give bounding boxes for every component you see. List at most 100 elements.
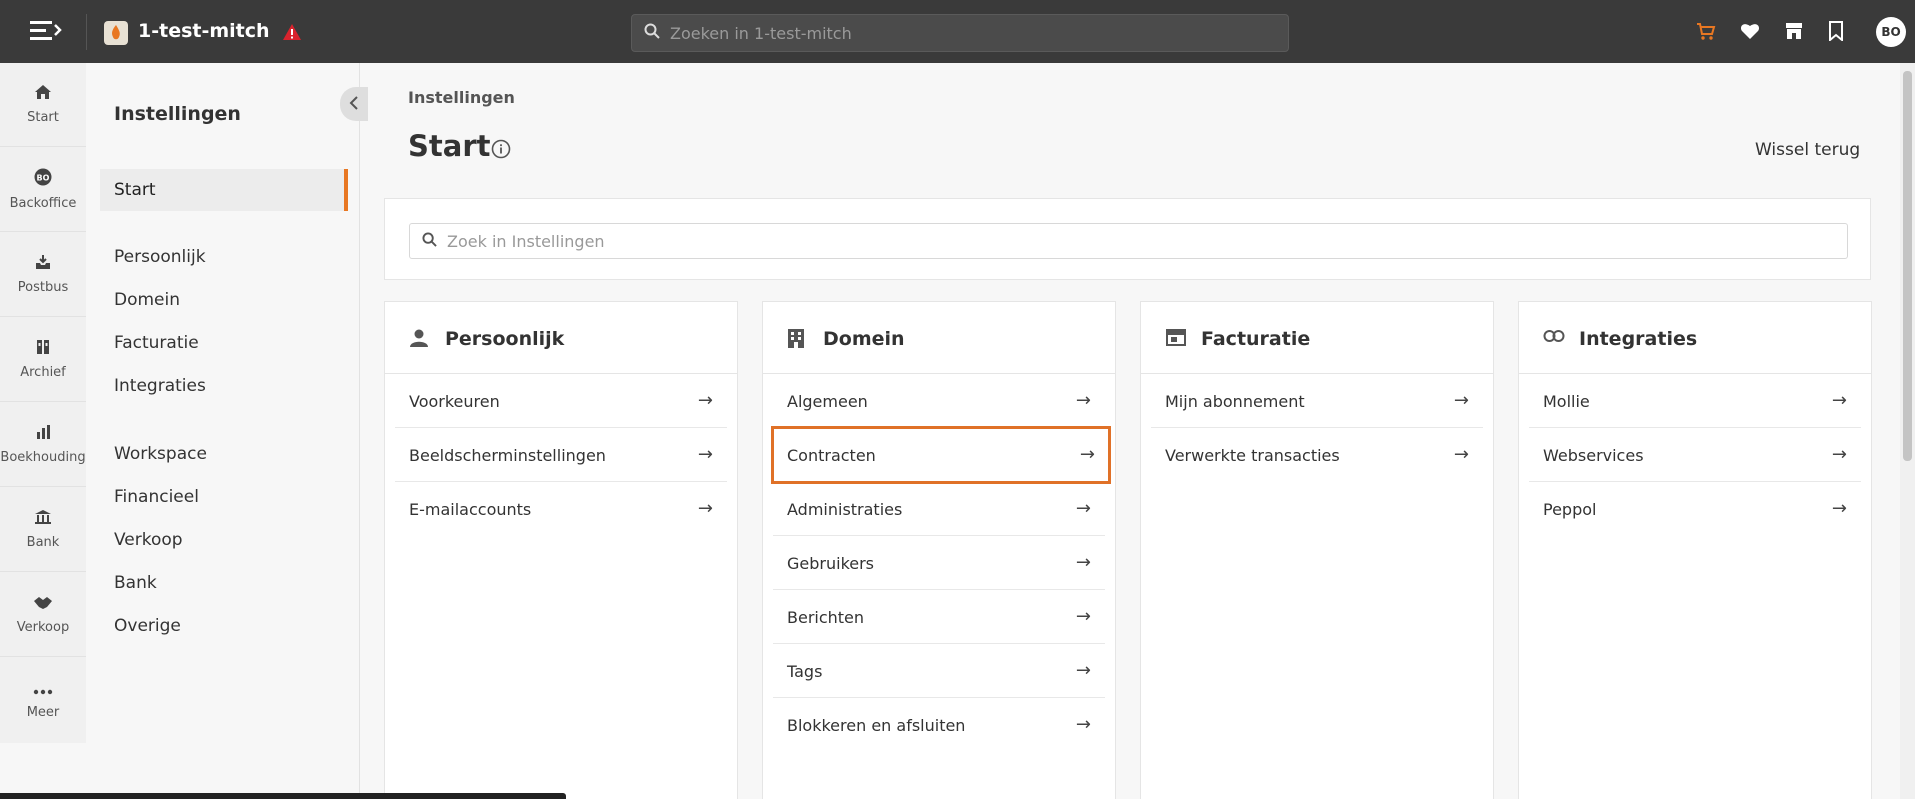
rail-label: Postbus xyxy=(17,280,69,295)
search-icon xyxy=(422,231,437,251)
menu-toggle-icon[interactable] xyxy=(28,18,68,46)
card-title: Integraties xyxy=(1579,328,1698,350)
inbox-icon xyxy=(35,254,51,274)
link-label: Algemeen xyxy=(787,392,868,411)
settings-link-verwerkte-transacties[interactable]: Verwerkte transacties → xyxy=(1151,428,1483,482)
nav-item-facturatie[interactable]: Facturatie xyxy=(114,333,199,353)
global-search-input[interactable]: Zoeken in 1-test-mitch xyxy=(631,14,1289,52)
rail-item-postbus[interactable]: Postbus xyxy=(0,233,86,317)
rail-item-start[interactable]: Start xyxy=(0,63,86,147)
settings-link-contracten[interactable]: Contracten → xyxy=(771,426,1111,484)
rail-item-meer[interactable]: Meer xyxy=(0,658,86,742)
card-title: Persoonlijk xyxy=(445,328,565,350)
cart-icon[interactable] xyxy=(1696,21,1716,45)
settings-link-administraties[interactable]: Administraties → xyxy=(773,482,1105,536)
arrow-right-icon: → xyxy=(697,498,713,519)
nav-item-overige[interactable]: Overige xyxy=(114,616,181,636)
page-title: Start xyxy=(408,129,491,163)
bank-icon xyxy=(34,509,52,529)
nav-item-verkoop[interactable]: Verkoop xyxy=(114,530,183,550)
bookmark-icon[interactable] xyxy=(1828,21,1844,45)
link-label: Webservices xyxy=(1543,446,1644,465)
card-header: Facturatie xyxy=(1141,302,1493,374)
app-rail: Start BO Backoffice Postbus Archief Boek… xyxy=(0,63,86,743)
settings-link-voorkeuren[interactable]: Voorkeuren → xyxy=(395,374,727,428)
rail-item-bank[interactable]: Bank xyxy=(0,488,86,572)
arrow-right-icon: → xyxy=(1075,660,1091,681)
nav-item-start[interactable]: Start xyxy=(100,169,348,211)
settings-link-tags[interactable]: Tags → xyxy=(773,644,1105,698)
heart-icon[interactable] xyxy=(1740,21,1760,45)
arrow-right-icon: → xyxy=(1079,444,1095,465)
rail-label: Start xyxy=(27,110,59,125)
settings-link-algemeen[interactable]: Algemeen → xyxy=(773,374,1105,428)
home-icon xyxy=(34,84,52,104)
topbar-divider xyxy=(86,14,87,50)
link-label: Peppol xyxy=(1543,500,1597,519)
rail-item-archief[interactable]: Archief xyxy=(0,318,86,402)
card-header: Integraties xyxy=(1519,302,1871,374)
global-search-placeholder: Zoeken in 1-test-mitch xyxy=(670,23,852,43)
arrow-right-icon: → xyxy=(1831,498,1847,519)
info-icon[interactable] xyxy=(491,139,511,163)
rail-label: Archief xyxy=(20,365,66,380)
nav-item-bank[interactable]: Bank xyxy=(114,573,157,593)
settings-link-beeldscherminstellingen[interactable]: Beeldschermin­stellingen → xyxy=(395,428,727,482)
card-integraties: Integraties Mollie → Webservices → Peppol → xyxy=(1518,301,1872,799)
bar-chart-icon xyxy=(35,424,51,444)
settings-search-input[interactable]: Zoek in Instellingen xyxy=(409,223,1848,259)
card-header: Domein xyxy=(763,302,1115,374)
arrow-right-icon: → xyxy=(1453,390,1469,411)
link-label: Blokkeren en afsluiten xyxy=(787,716,966,735)
main-content: Instellingen Start Wissel terug Zoek in … xyxy=(361,63,1915,799)
rail-item-verkoop[interactable]: Verkoop xyxy=(0,573,86,657)
top-bar: 1-test-mitch Zoeken in 1-test-mitch BO xyxy=(0,0,1915,63)
invoice-icon xyxy=(1165,328,1187,350)
arrow-right-icon: → xyxy=(1453,444,1469,465)
link-label: Contracten xyxy=(787,446,876,465)
settings-search-card: Zoek in Instellingen xyxy=(384,198,1871,280)
user-avatar[interactable]: BO xyxy=(1876,17,1906,47)
nav-item-integraties[interactable]: Integraties xyxy=(114,376,206,396)
arrow-right-icon: → xyxy=(1075,498,1091,519)
bottom-overlay-bar xyxy=(0,793,566,799)
settings-link-peppol[interactable]: Peppol → xyxy=(1529,482,1861,536)
card-persoonlijk: Persoonlijk Voorkeuren → Beeldschermin­st… xyxy=(384,301,738,799)
rail-label: Bank xyxy=(26,535,60,550)
nav-item-domein[interactable]: Domein xyxy=(114,290,180,310)
breadcrumb[interactable]: Instellingen xyxy=(408,88,515,107)
nav-item-financieel[interactable]: Financieel xyxy=(114,487,199,507)
app-logo-icon[interactable] xyxy=(104,21,128,45)
svg-text:BO: BO xyxy=(37,174,50,183)
link-label: Voorkeuren xyxy=(409,392,500,411)
nav-item-workspace[interactable]: Workspace xyxy=(114,444,207,464)
archive-icon xyxy=(36,339,50,359)
person-icon xyxy=(409,328,429,352)
settings-link-berichten[interactable]: Berichten → xyxy=(773,590,1105,644)
rail-item-boekhouding[interactable]: Boekhouding xyxy=(0,403,86,487)
card-title: Facturatie xyxy=(1201,328,1311,350)
warning-icon[interactable] xyxy=(282,23,302,45)
chevron-left-icon xyxy=(349,95,359,114)
settings-link-webservices[interactable]: Webservices → xyxy=(1529,428,1861,482)
link-label: Verwerkte transacties xyxy=(1165,446,1340,465)
rail-label: Boekhouding xyxy=(0,450,86,465)
app-title[interactable]: 1-test-mitch xyxy=(138,20,270,42)
arrow-right-icon: → xyxy=(1831,444,1847,465)
settings-link-blokkeren-en-afsluiten[interactable]: Blokkeren en afsluiten → xyxy=(773,698,1105,752)
rail-item-backoffice[interactable]: BO Backoffice xyxy=(0,148,86,232)
arrow-right-icon: → xyxy=(1075,714,1091,735)
link-label: Mollie xyxy=(1543,392,1590,411)
store-icon[interactable] xyxy=(1784,21,1804,45)
settings-link-mijn-abonnement[interactable]: Mijn abonnement → xyxy=(1151,374,1483,428)
settings-link-mollie[interactable]: Mollie → xyxy=(1529,374,1861,428)
switch-back-button[interactable]: Wissel terug xyxy=(1755,140,1860,160)
page-scrollbar[interactable] xyxy=(1900,63,1915,799)
link-label: Mijn abonnement xyxy=(1165,392,1305,411)
link-label: Administraties xyxy=(787,500,903,519)
nav-item-persoonlijk[interactable]: Persoonlijk xyxy=(114,247,206,267)
scrollbar-thumb[interactable] xyxy=(1903,71,1912,461)
link-icon xyxy=(1543,328,1565,347)
settings-link-e-mailaccounts[interactable]: E-mailaccounts → xyxy=(395,482,727,536)
settings-link-gebruikers[interactable]: Gebruikers → xyxy=(773,536,1105,590)
